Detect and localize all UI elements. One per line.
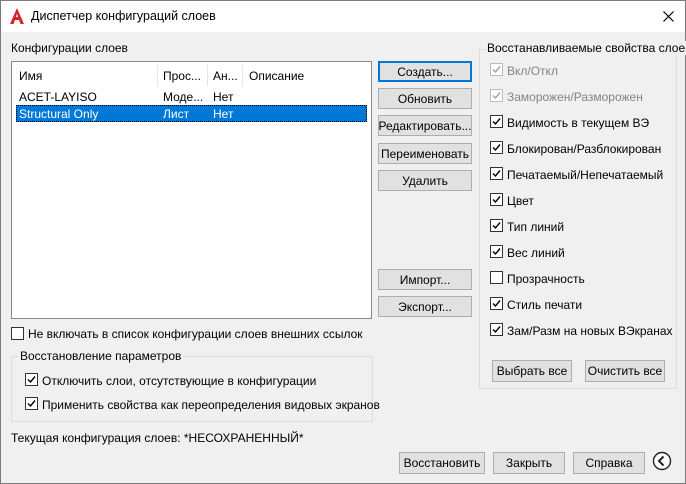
layer-states-list[interactable]: Имя Прос... Ан... Описание ACET-LAYISO М…: [11, 61, 372, 319]
help-button[interactable]: Справка: [573, 452, 645, 474]
property-checkbox[interactable]: [490, 219, 503, 232]
update-button[interactable]: Обновить: [378, 88, 472, 109]
exclude-xref-checkbox[interactable]: [11, 327, 24, 340]
state-name: Structural Only: [19, 107, 99, 121]
window-title: Диспетчер конфигураций слоев: [31, 9, 216, 23]
checkmark-icon: [492, 118, 501, 126]
property-label[interactable]: Тип линий: [507, 220, 564, 234]
property-checkbox[interactable]: [490, 63, 503, 76]
column-header-viewport[interactable]: Прос...: [163, 69, 201, 86]
turn-off-layers-checkbox[interactable]: [25, 373, 38, 386]
restore-options-group: [11, 356, 373, 422]
property-label[interactable]: Зам/Разм на новых ВЭкранах: [507, 324, 673, 338]
state-name: ACET-LAYISO: [19, 90, 97, 104]
import-button[interactable]: Импорт...: [378, 269, 472, 290]
rename-button[interactable]: Переименовать: [378, 143, 472, 164]
property-label[interactable]: Цвет: [507, 194, 534, 208]
state-viewport: Лист: [163, 107, 190, 121]
property-checkbox[interactable]: [490, 245, 503, 258]
checkmark-icon: [27, 376, 36, 384]
delete-button[interactable]: Удалить: [378, 170, 472, 191]
property-checkbox[interactable]: [490, 193, 503, 206]
list-item-selected[interactable]: Structural Only Лист Нет: [16, 105, 367, 122]
state-annotative: Нет: [213, 90, 234, 104]
property-label[interactable]: Вкл/Откл: [507, 64, 558, 78]
apply-overrides-label[interactable]: Применить свойства как переопределения в…: [42, 398, 380, 412]
property-checkbox[interactable]: [490, 167, 503, 180]
select-all-button[interactable]: Выбрать все: [492, 360, 572, 382]
close-button[interactable]: Закрыть: [493, 452, 565, 474]
column-header-description[interactable]: Описание: [249, 69, 304, 86]
checkmark-icon: [492, 248, 501, 256]
restore-options-title: Восстановление параметров: [18, 349, 184, 363]
property-checkbox[interactable]: [490, 89, 503, 102]
property-label[interactable]: Вес линий: [507, 246, 565, 260]
checkmark-icon: [492, 222, 501, 230]
checkmark-icon: [492, 92, 501, 100]
state-annotative: Нет: [213, 107, 234, 121]
property-checkbox[interactable]: [490, 141, 503, 154]
clear-all-button[interactable]: Очистить все: [585, 360, 665, 382]
layer-properties-title: Восстанавливаемые свойства слоев: [486, 41, 686, 55]
list-header: Имя Прос... Ан... Описание: [12, 62, 371, 86]
checkmark-icon: [492, 300, 501, 308]
edit-button[interactable]: Редактировать...: [378, 115, 472, 136]
checkmark-icon: [492, 326, 501, 334]
autocad-logo-icon: [10, 8, 24, 24]
checkmark-icon: [27, 400, 36, 408]
property-label[interactable]: Заморожен/Разморожен: [507, 90, 643, 104]
exclude-xref-label[interactable]: Не включать в список конфигурации слоев …: [28, 327, 363, 341]
column-separator[interactable]: [242, 65, 243, 86]
current-layer-state-label: Текущая конфигурация слоев: *НЕСОХРАНЕНН…: [11, 431, 304, 445]
property-label[interactable]: Печатаемый/Непечатаемый: [507, 168, 663, 182]
property-checkbox[interactable]: [490, 297, 503, 310]
state-viewport: Моде...: [163, 90, 204, 104]
close-icon: [662, 10, 674, 22]
checkmark-icon: [492, 144, 501, 152]
column-separator[interactable]: [207, 65, 208, 86]
list-item[interactable]: ACET-LAYISO Моде... Нет: [16, 88, 367, 105]
property-label[interactable]: Стиль печати: [507, 298, 582, 312]
property-label[interactable]: Прозрачность: [507, 272, 585, 286]
property-checkbox[interactable]: [490, 271, 503, 284]
checkmark-icon: [492, 170, 501, 178]
turn-off-layers-label[interactable]: Отключить слои, отсутствующие в конфигур…: [42, 374, 316, 388]
property-label[interactable]: Видимость в текущем ВЭ: [507, 116, 649, 130]
title-bar: Диспетчер конфигураций слоев: [1, 1, 685, 32]
column-separator[interactable]: [157, 65, 158, 86]
column-header-annotative[interactable]: Ан...: [213, 69, 238, 86]
column-header-name[interactable]: Имя: [19, 69, 42, 86]
layer-states-manager-dialog: Диспетчер конфигураций слоев Конфигураци…: [0, 0, 686, 484]
apply-overrides-checkbox[interactable]: [25, 397, 38, 410]
checkmark-icon: [492, 196, 501, 204]
export-button[interactable]: Экспорт...: [378, 296, 472, 317]
layer-states-label: Конфигурации слоев: [11, 41, 128, 55]
property-checkbox[interactable]: [490, 323, 503, 336]
checkmark-icon: [492, 66, 501, 74]
property-checkbox[interactable]: [490, 115, 503, 128]
create-button[interactable]: Создать...: [378, 61, 472, 82]
property-label[interactable]: Блокирован/Разблокирован: [507, 142, 661, 156]
close-window-button[interactable]: [655, 4, 681, 28]
restore-button[interactable]: Восстановить: [399, 452, 485, 474]
collapse-left-icon[interactable]: [652, 451, 672, 471]
